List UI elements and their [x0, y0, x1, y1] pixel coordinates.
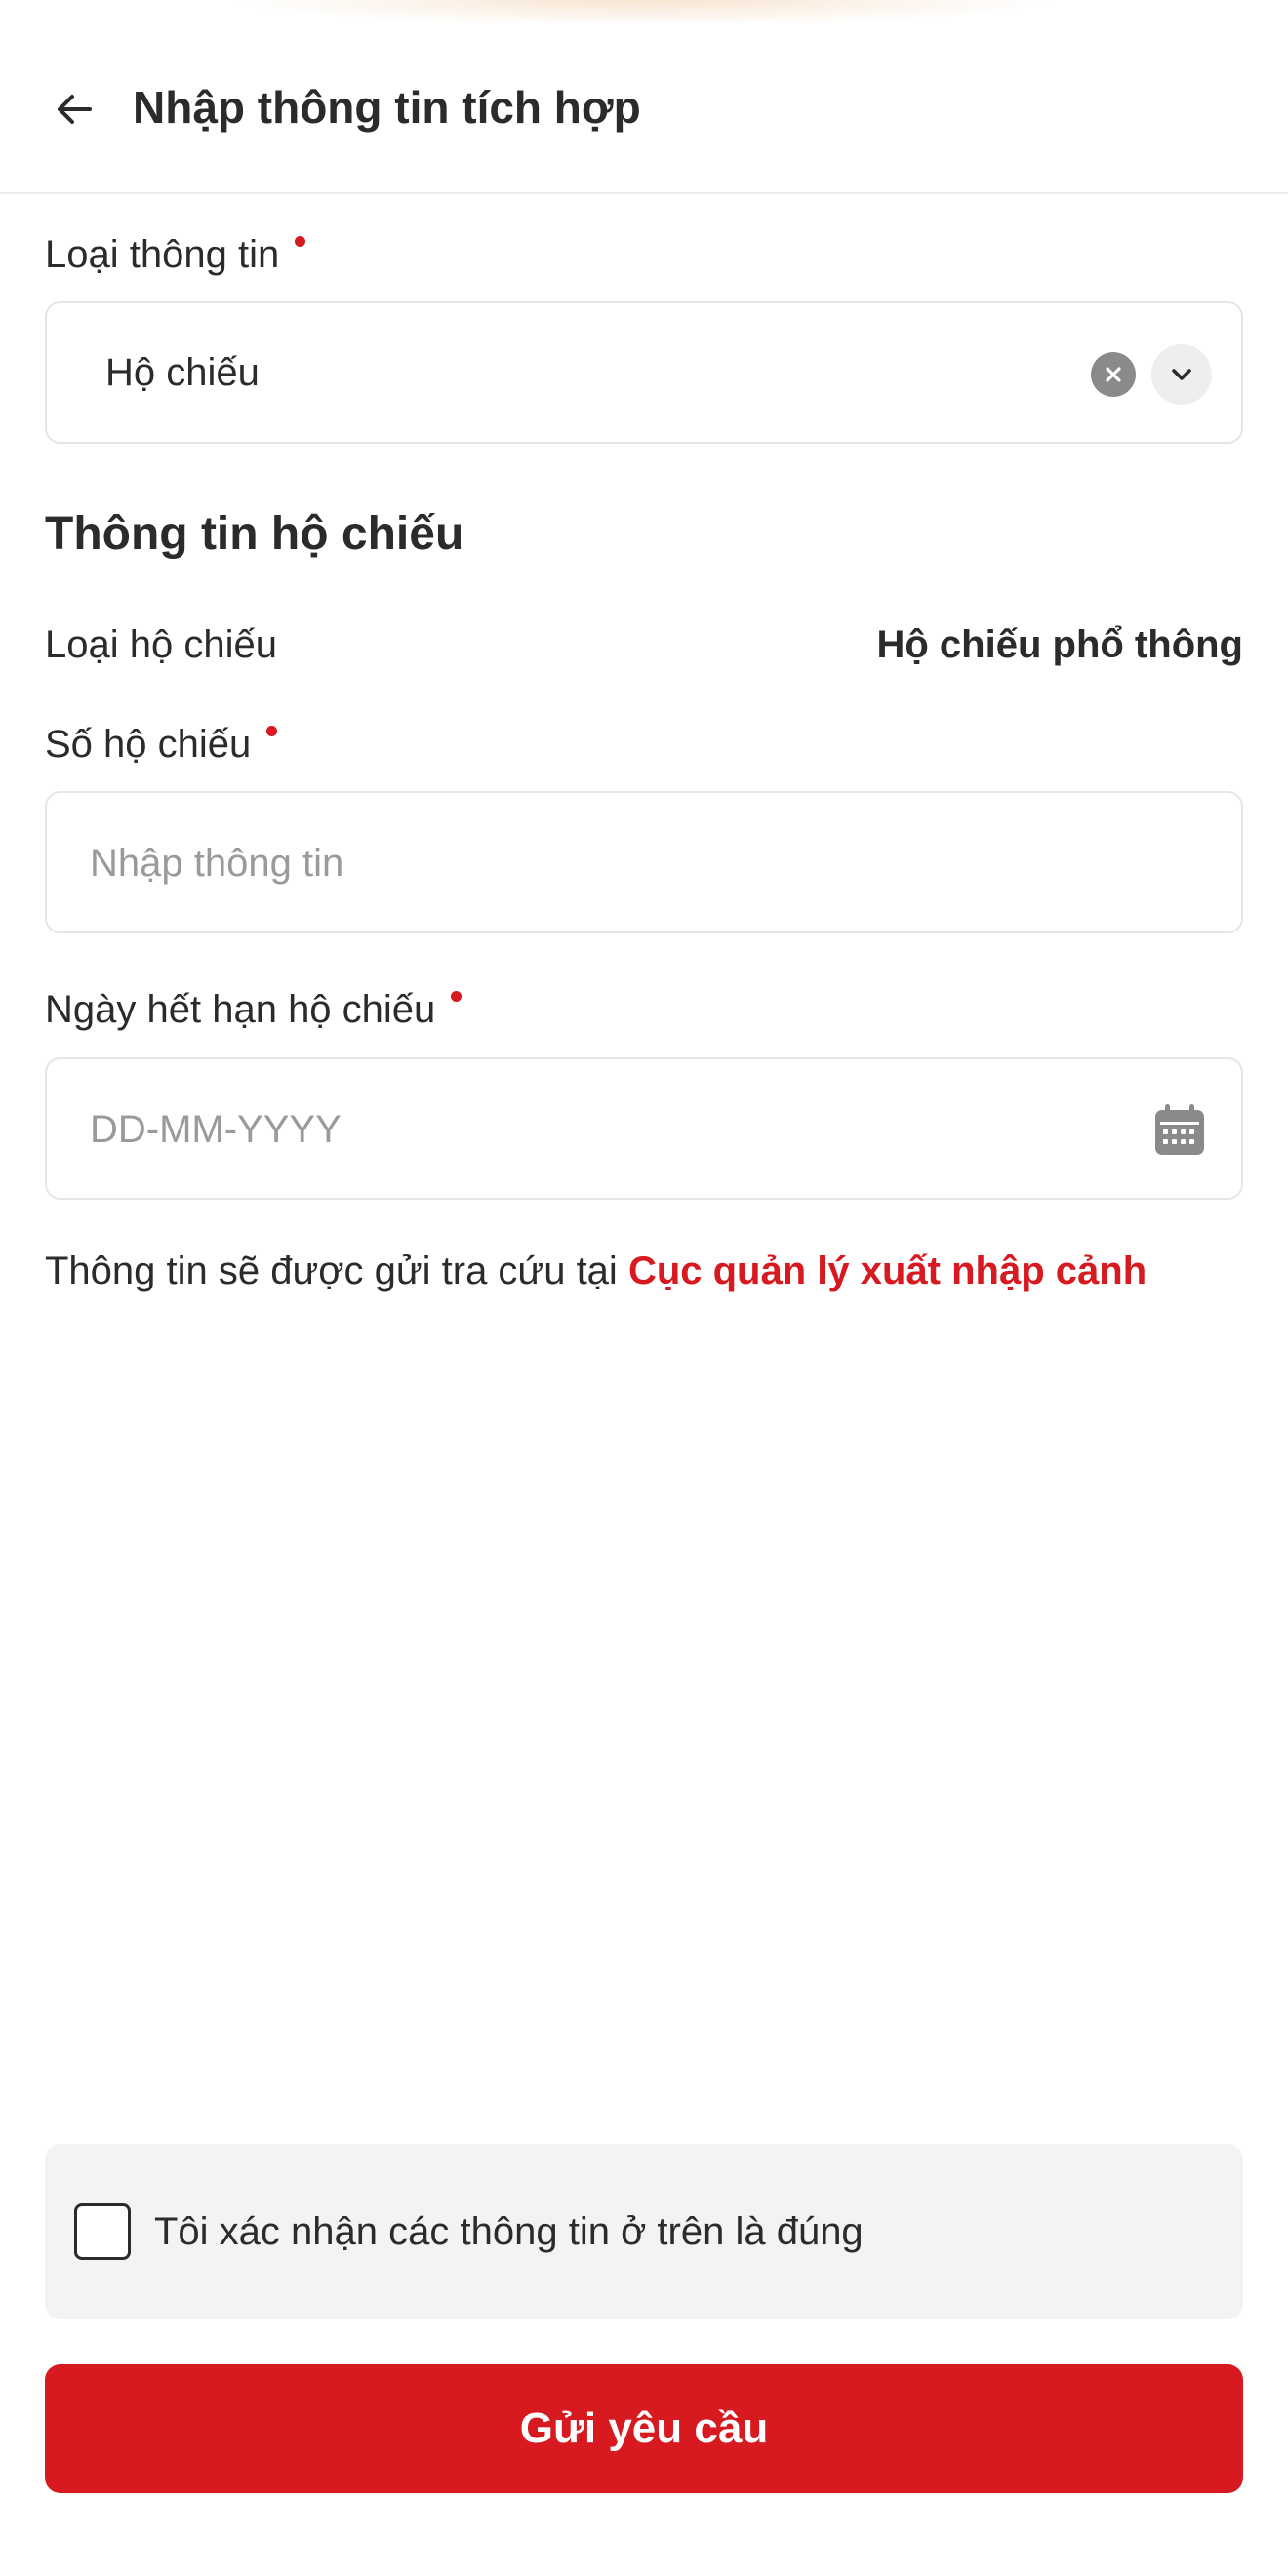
agency-link[interactable]: Cục quản lý xuất nhập cảnh: [628, 1249, 1147, 1292]
dropdown-toggle-button[interactable]: [1151, 344, 1212, 405]
required-indicator: [451, 991, 463, 1002]
date-picker-button[interactable]: [1151, 1102, 1208, 1159]
required-indicator: [295, 236, 306, 247]
close-circle-icon: [1106, 367, 1121, 382]
confirm-text: Tôi xác nhận các thông tin ở trên là đún…: [154, 2210, 864, 2253]
passport-type-label: Loại hộ chiếu: [45, 623, 277, 666]
required-indicator: [266, 726, 278, 736]
arrow-left-icon: [58, 95, 92, 124]
passport-type-value: Hộ chiếu phổ thông: [876, 623, 1244, 666]
app-header: Nhập thông tin tích hợp: [0, 0, 1288, 194]
page-title: Nhập thông tin tích hợp: [133, 82, 641, 133]
passport-number-input[interactable]: [90, 836, 1085, 891]
lookup-note: Thông tin sẽ được gửi tra cứu tại Cục qu…: [45, 1249, 1147, 1292]
back-button[interactable]: [39, 74, 109, 144]
passport-expiry-label: Ngày hết hạn hộ chiếu: [45, 985, 463, 1034]
chevron-down-icon: [1172, 369, 1191, 380]
passport-expiry-input[interactable]: [90, 1102, 1085, 1157]
clear-selection-button[interactable]: [1091, 352, 1136, 397]
confirmation-box[interactable]: Tôi xác nhận các thông tin ở trên là đún…: [45, 2144, 1243, 2319]
info-type-select[interactable]: Hộ chiếu: [45, 301, 1243, 444]
submit-request-button[interactable]: Gửi yêu cầu: [45, 2364, 1243, 2493]
info-type-selected-value: Hộ chiếu: [105, 351, 260, 394]
calendar-icon: [1155, 1104, 1204, 1155]
confirm-checkbox[interactable]: [74, 2203, 131, 2260]
passport-number-field[interactable]: [45, 791, 1243, 933]
passport-expiry-field[interactable]: [45, 1057, 1243, 1200]
passport-number-label: Số hộ chiếu: [45, 720, 278, 769]
passport-section-title: Thông tin hộ chiếu: [45, 508, 464, 560]
info-type-label: Loại thông tin: [45, 230, 306, 279]
